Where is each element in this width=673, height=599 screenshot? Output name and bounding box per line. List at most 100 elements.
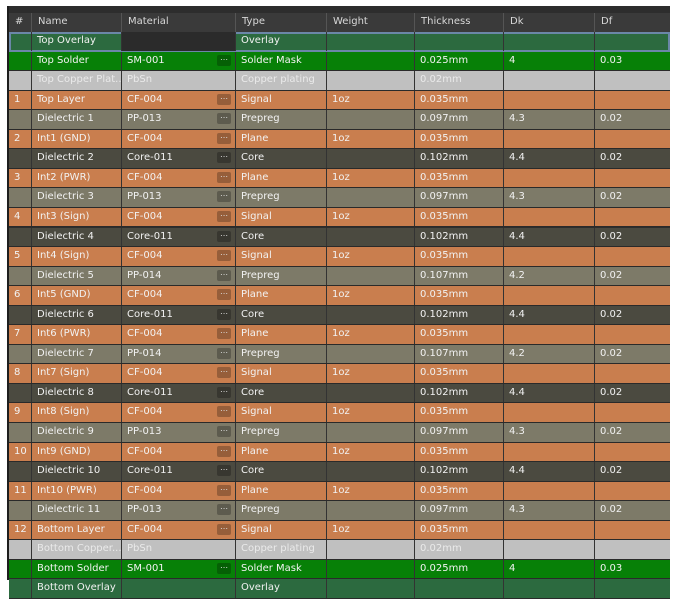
cell-thickness[interactable]: 0.102mm <box>414 383 503 403</box>
cell-df[interactable] <box>594 247 670 266</box>
cell-df[interactable] <box>594 129 670 149</box>
cell-type[interactable]: Signal <box>235 207 326 227</box>
cell-thickness[interactable]: 0.025mm <box>414 51 503 71</box>
cell-thickness[interactable]: 0.097mm <box>414 188 503 207</box>
cell-num[interactable] <box>9 52 31 71</box>
cell-weight[interactable] <box>326 501 414 520</box>
cell-df[interactable]: 0.02 <box>594 462 670 481</box>
cell-name[interactable]: Dielectric 3 <box>31 188 121 207</box>
cell-thickness[interactable]: 0.035mm <box>414 481 503 501</box>
cell-num[interactable] <box>9 345 31 364</box>
cell-name[interactable]: Top Layer <box>31 90 121 110</box>
cell-thickness[interactable] <box>414 579 503 598</box>
more-options-icon[interactable]: ⋯ <box>217 484 231 496</box>
cell-num[interactable] <box>9 423 31 442</box>
cell-type[interactable]: Core <box>235 149 326 168</box>
cell-thickness[interactable]: 0.035mm <box>414 325 503 344</box>
table-row[interactable]: 2 Int1 (GND) CF-004 ⋯ Plane 1oz 0.035mm <box>9 129 670 150</box>
cell-df[interactable] <box>594 168 670 188</box>
cell-weight[interactable] <box>326 423 414 442</box>
header-dk[interactable]: Dk <box>503 13 594 32</box>
table-row[interactable]: 6 Int5 (GND) CF-004 ⋯ Plane 1oz 0.035mm <box>9 286 670 306</box>
cell-thickness[interactable]: 0.035mm <box>414 364 503 383</box>
cell-name[interactable]: Int10 (PWR) <box>31 481 121 501</box>
cell-material[interactable]: Core-011 ⋯ <box>121 462 235 481</box>
more-options-icon[interactable]: ⋯ <box>217 269 231 281</box>
cell-dk[interactable]: 4.3 <box>503 188 594 207</box>
cell-num[interactable]: 9 <box>9 403 31 422</box>
cell-df[interactable]: 0.03 <box>594 51 670 71</box>
cell-df[interactable] <box>594 403 670 422</box>
cell-num[interactable] <box>9 149 31 168</box>
cell-material[interactable]: CF-004 ⋯ <box>121 168 235 188</box>
cell-material[interactable]: PP-014 ⋯ <box>121 266 235 286</box>
cell-type[interactable]: Prepreg <box>235 344 326 364</box>
cell-material[interactable]: CF-004 ⋯ <box>121 442 235 462</box>
cell-material[interactable]: CF-004 ⋯ <box>121 207 235 227</box>
cell-name[interactable]: Dielectric 10 <box>31 462 121 481</box>
table-row[interactable]: 3 Int2 (PWR) CF-004 ⋯ Plane 1oz 0.035mm <box>9 168 670 189</box>
table-row[interactable]: Dielectric 3 PP-013 ⋯ Prepreg 0.097mm 4.3 0.02 <box>9 188 670 208</box>
cell-dk[interactable]: 4 <box>503 51 594 71</box>
more-options-icon[interactable]: ⋯ <box>217 54 231 66</box>
cell-weight[interactable]: 1oz <box>326 403 414 422</box>
cell-thickness[interactable]: 0.097mm <box>414 110 503 129</box>
cell-weight[interactable]: 1oz <box>326 207 414 227</box>
cell-type[interactable]: Core <box>235 305 326 325</box>
cell-material[interactable]: PbSn <box>121 540 235 559</box>
more-options-icon[interactable]: ⋯ <box>217 210 231 222</box>
cell-type[interactable]: Signal <box>235 520 326 540</box>
cell-thickness[interactable]: 0.097mm <box>414 501 503 520</box>
cell-df[interactable]: 0.02 <box>594 188 670 207</box>
cell-num[interactable] <box>9 560 31 579</box>
cell-thickness[interactable]: 0.035mm <box>414 90 503 110</box>
cell-thickness[interactable] <box>414 32 503 51</box>
cell-weight[interactable] <box>326 383 414 403</box>
cell-thickness[interactable]: 0.02mm <box>414 71 503 90</box>
cell-weight[interactable] <box>326 579 414 598</box>
more-options-icon[interactable]: ⋯ <box>217 132 231 144</box>
more-options-icon[interactable]: ⋯ <box>217 171 231 183</box>
cell-name[interactable]: Dielectric 4 <box>31 227 121 246</box>
table-row[interactable]: Dielectric 2 Core-011 ⋯ Core 0.102mm 4.4 0.02 <box>9 149 670 169</box>
cell-type[interactable]: Solder Mask <box>235 51 326 71</box>
cell-dk[interactable] <box>503 403 594 422</box>
cell-name[interactable]: Int2 (PWR) <box>31 168 121 188</box>
cell-num[interactable]: 8 <box>9 364 31 383</box>
cell-df[interactable] <box>594 540 670 559</box>
cell-num[interactable]: 6 <box>9 286 31 305</box>
cell-num[interactable] <box>9 32 31 51</box>
more-options-icon[interactable]: ⋯ <box>217 230 231 242</box>
cell-type[interactable]: Plane <box>235 168 326 188</box>
table-row[interactable]: Dielectric 10 Core-011 ⋯ Core 0.102mm 4.4 0.02 <box>9 462 670 482</box>
cell-weight[interactable]: 1oz <box>326 168 414 188</box>
cell-type[interactable]: Plane <box>235 286 326 305</box>
cell-thickness[interactable]: 0.035mm <box>414 403 503 422</box>
table-row[interactable]: Bottom Overlay Overlay <box>9 579 670 599</box>
cell-thickness[interactable]: 0.025mm <box>414 559 503 579</box>
cell-name[interactable]: Int5 (GND) <box>31 286 121 305</box>
cell-dk[interactable] <box>503 520 594 540</box>
cell-type[interactable]: Plane <box>235 442 326 462</box>
cell-name[interactable]: Bottom Layer <box>31 520 121 540</box>
cell-material[interactable]: PP-013 ⋯ <box>121 188 235 207</box>
cell-dk[interactable] <box>503 90 594 110</box>
cell-thickness[interactable]: 0.02mm <box>414 540 503 559</box>
cell-name[interactable]: Dielectric 6 <box>31 305 121 325</box>
cell-num[interactable]: 5 <box>9 247 31 266</box>
cell-material[interactable]: CF-004 ⋯ <box>121 481 235 501</box>
cell-weight[interactable]: 1oz <box>326 286 414 305</box>
cell-weight[interactable]: 1oz <box>326 247 414 266</box>
table-row[interactable]: 7 Int6 (PWR) CF-004 ⋯ Plane 1oz 0.035mm <box>9 325 670 345</box>
cell-material[interactable] <box>121 579 235 598</box>
cell-dk[interactable] <box>503 540 594 559</box>
cell-material[interactable]: PP-014 ⋯ <box>121 344 235 364</box>
cell-dk[interactable]: 4.3 <box>503 110 594 129</box>
cell-type[interactable]: Overlay <box>235 579 326 598</box>
cell-name[interactable]: Int7 (Sign) <box>31 364 121 383</box>
more-options-icon[interactable]: ⋯ <box>217 386 231 398</box>
more-options-icon[interactable]: ⋯ <box>217 113 231 125</box>
cell-df[interactable]: 0.02 <box>594 110 670 129</box>
cell-type[interactable]: Plane <box>235 129 326 149</box>
cell-dk[interactable] <box>503 442 594 462</box>
